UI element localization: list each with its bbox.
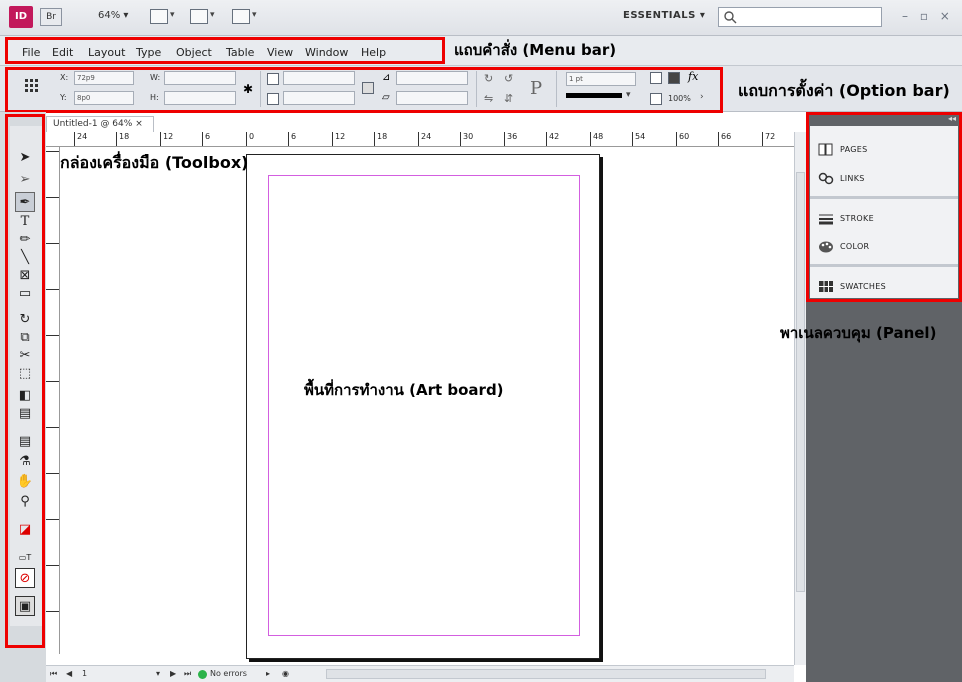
option-bar-annotation: แถบการตั้งค่า (Option bar) <box>738 81 950 100</box>
ruler-tick: 12 <box>160 132 173 146</box>
document-tab-title: Untitled-1 @ 64% <box>53 119 133 129</box>
zoom-value: 64% <box>98 10 121 21</box>
ruler-tick <box>46 197 59 243</box>
toolbox-highlight <box>5 114 45 648</box>
preflight-status[interactable]: No errors <box>210 669 247 678</box>
ruler-tick: 30 <box>460 132 473 146</box>
close-icon[interactable]: × <box>135 119 143 129</box>
ruler-tick: 60 <box>676 132 689 146</box>
prev-page-icon[interactable]: ◀ <box>66 669 72 678</box>
ruler-tick: 0 <box>246 132 254 146</box>
ruler-tick <box>46 519 59 565</box>
ruler-tick: 18 <box>116 132 129 146</box>
ruler-tick <box>46 289 59 335</box>
first-page-icon[interactable]: ⏮ <box>50 669 57 679</box>
ruler-tick <box>46 611 59 654</box>
ruler-tick: 66 <box>718 132 731 146</box>
window-controls[interactable]: – ▫ × <box>902 9 954 23</box>
chevron-down-icon[interactable]: ▾ <box>252 10 257 20</box>
option-bar-highlight <box>5 67 723 113</box>
chevron-down-icon[interactable]: ▾ <box>156 669 160 678</box>
ruler-tick: 24 <box>418 132 431 146</box>
ruler-tick <box>46 565 59 611</box>
vertical-ruler <box>46 147 60 654</box>
preflight-menu-icon[interactable]: ◉ <box>282 669 289 678</box>
horizontal-scrollbar[interactable] <box>326 669 766 679</box>
ruler-tick <box>46 473 59 519</box>
arrange-documents-icon[interactable] <box>232 9 250 24</box>
horizontal-ruler: 24 18 12 6 0 6 12 18 24 30 36 42 48 54 6… <box>46 132 794 147</box>
status-bar: ⏮ ◀ 1 ▾ ▶ ⏭ No errors ▸ ◉ <box>46 665 794 682</box>
ruler-tick <box>46 335 59 381</box>
ruler-tick: 42 <box>546 132 559 146</box>
menu-bar-highlight <box>5 37 445 64</box>
ruler-tick: 18 <box>374 132 387 146</box>
workspace-label: ESSENTIALS <box>623 10 696 21</box>
ruler-tick: 72 <box>762 132 775 146</box>
ruler-tick <box>46 427 59 473</box>
screen-mode-icon[interactable] <box>190 9 208 24</box>
ruler-tick: 6 <box>288 132 296 146</box>
search-icon <box>724 11 737 24</box>
scroll-thumb[interactable] <box>796 172 805 592</box>
art-board-annotation: พื้นที่การทำงาน (Art board) <box>304 381 504 399</box>
ruler-tick: 24 <box>74 132 87 146</box>
search-input[interactable] <box>718 7 882 27</box>
view-options-icon[interactable] <box>150 9 168 24</box>
toolbox-annotation: กล่องเครื่องมือ (Toolbox) <box>60 153 249 172</box>
chevron-down-icon[interactable]: ▾ <box>210 10 215 20</box>
chevron-down-icon[interactable]: ▾ <box>170 10 175 20</box>
panel-annotation: พาเนลควบคุม (Panel) <box>780 324 937 342</box>
ruler-tick: 48 <box>590 132 603 146</box>
chevron-right-icon[interactable]: ▸ <box>266 669 270 678</box>
indesign-logo: ID <box>9 6 33 28</box>
last-page-icon[interactable]: ⏭ <box>184 669 191 679</box>
ruler-tick: 12 <box>332 132 345 146</box>
ruler-tick: 36 <box>504 132 517 146</box>
next-page-icon[interactable]: ▶ <box>170 669 176 678</box>
panel-highlight <box>806 112 962 302</box>
ruler-tick: 54 <box>632 132 645 146</box>
margin-guide <box>268 175 580 636</box>
bridge-button[interactable]: Br <box>40 8 62 26</box>
workspace-switcher[interactable]: ESSENTIALS ▾ <box>623 10 705 21</box>
page-number-field[interactable]: 1 <box>82 669 87 678</box>
document-tab[interactable]: Untitled-1 @ 64% × <box>46 116 154 133</box>
ruler-tick <box>46 151 59 197</box>
menu-bar-annotation: แถบคำสั่ง (Menu bar) <box>454 41 617 59</box>
vertical-scrollbar[interactable] <box>794 132 806 665</box>
zoom-level-dropdown[interactable]: 64% ▾ <box>98 10 128 21</box>
preflight-ok-icon <box>198 670 207 679</box>
ruler-tick: 6 <box>202 132 210 146</box>
ruler-tick <box>46 243 59 289</box>
ruler-tick <box>46 381 59 427</box>
